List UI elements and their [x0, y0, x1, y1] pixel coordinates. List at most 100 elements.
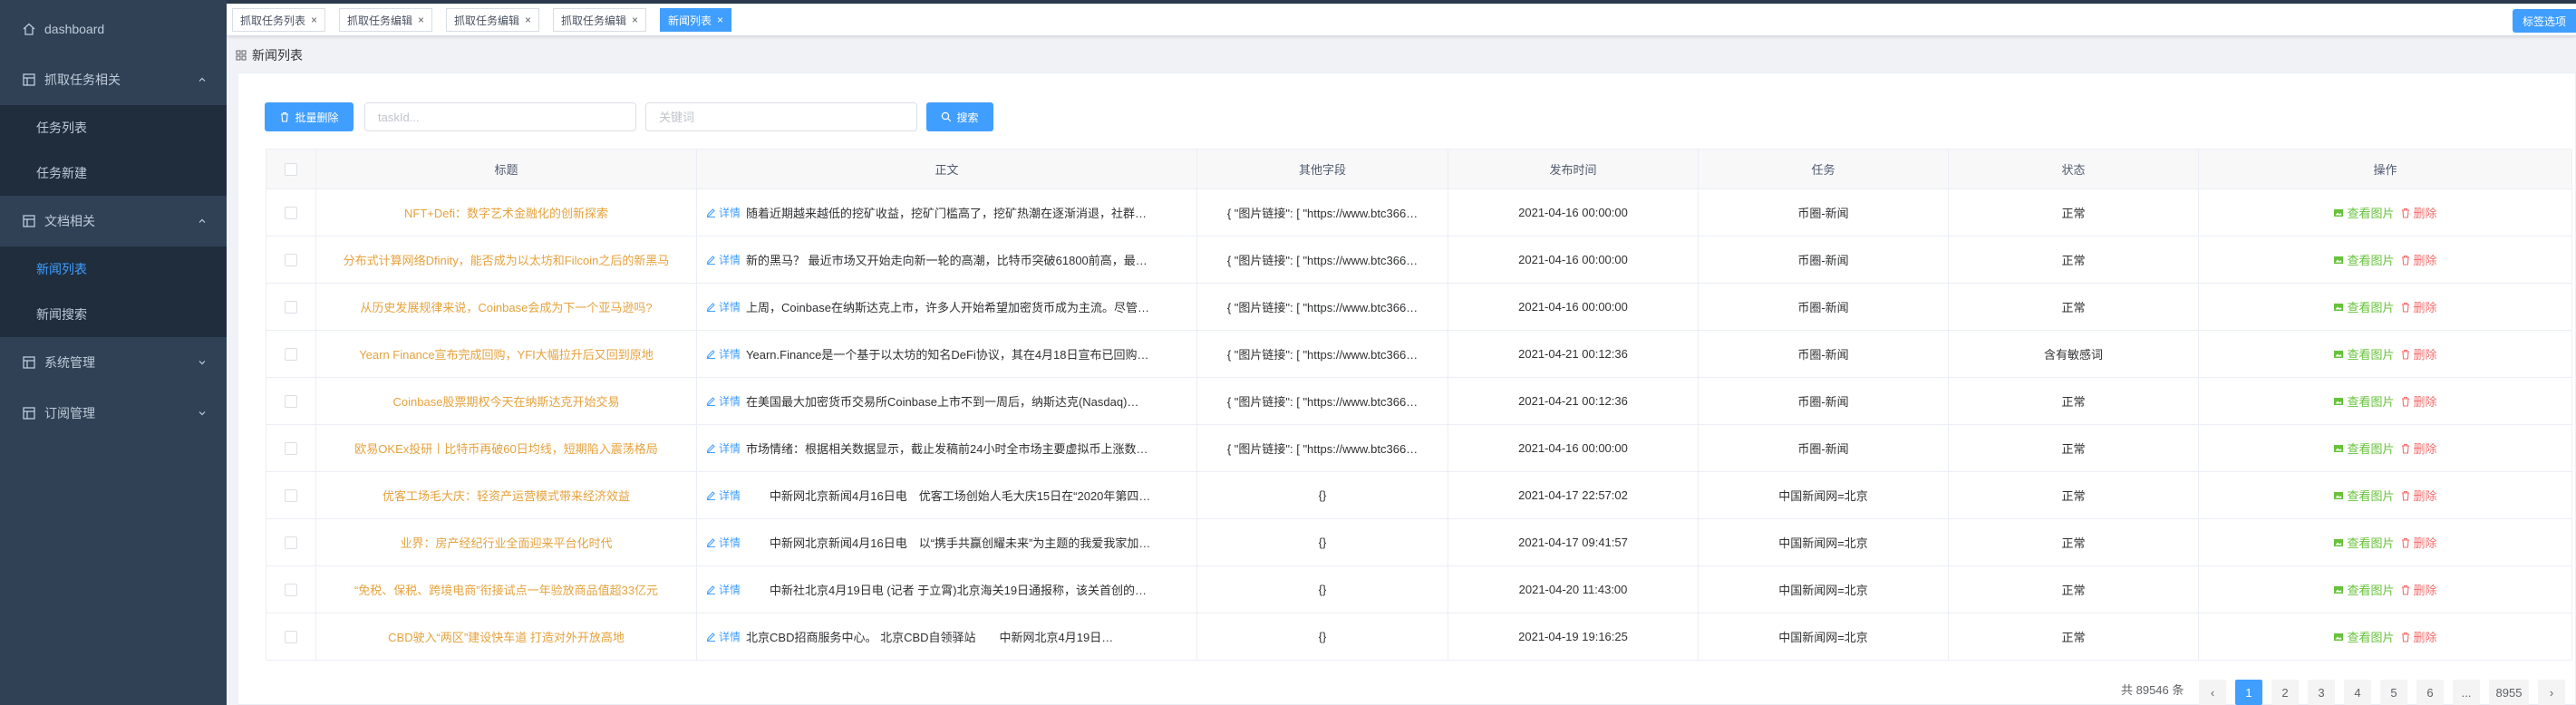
pagination-page[interactable]: 6	[2416, 680, 2444, 705]
chevron-up-icon	[199, 218, 206, 223]
tag-crawl-task-list[interactable]: 抓取任务列表 ×	[232, 8, 326, 32]
news-title-link[interactable]: CBD驶入“两区”建设快车道 打造对外开放高地	[388, 628, 625, 645]
close-icon[interactable]: ×	[418, 14, 424, 26]
row-checkbox[interactable]	[285, 253, 297, 266]
delete-button[interactable]: 删除	[2400, 581, 2437, 598]
pagination-ellipsis[interactable]: ...	[2453, 680, 2480, 705]
row-checkbox[interactable]	[285, 347, 297, 361]
pagination-prev-button[interactable]: ‹	[2199, 680, 2226, 705]
news-title-link[interactable]: NFT+Defi：数字艺术金融化的创新探索	[404, 204, 608, 221]
row-checkbox[interactable]	[285, 441, 297, 455]
close-icon[interactable]: ×	[632, 14, 638, 26]
sidebar-item-task-new[interactable]: 任务新建	[0, 150, 227, 196]
trash-icon	[2401, 443, 2409, 454]
view-image-button[interactable]: 查看图片	[2333, 439, 2395, 457]
detail-button[interactable]: 详情	[706, 488, 741, 503]
sidebar-item-crawl-tasks[interactable]: 抓取任务相关	[0, 54, 227, 105]
news-title-link[interactable]: Yearn Finance宣布完成回购，YFI大幅拉升后又回到原地	[359, 345, 654, 362]
delete-button[interactable]: 删除	[2400, 204, 2437, 221]
select-all-checkbox[interactable]	[285, 162, 297, 176]
sidebar-item-dashboard[interactable]: dashboard	[0, 4, 227, 54]
news-title-link[interactable]: 分布式计算网络Dfinity，能否成为以太坊和Filcoin之后的新黑马	[344, 251, 670, 268]
news-title-link[interactable]: Coinbase股票期权今天在纳斯达克开始交易	[393, 392, 620, 410]
delete-button[interactable]: 删除	[2400, 392, 2437, 410]
tags-menu-button[interactable]: 标签选项	[2513, 9, 2576, 33]
pagination-page[interactable]: 8955	[2489, 680, 2529, 705]
news-title-link[interactable]: 从历史发展规律来说，Coinbase会成为下一个亚马逊吗?	[360, 298, 652, 315]
pagination-page[interactable]: 5	[2380, 680, 2407, 705]
sidebar-item-news-search[interactable]: 新闻搜索	[0, 292, 227, 337]
tag-crawl-task-edit[interactable]: 抓取任务编辑 ×	[339, 8, 433, 32]
view-image-button[interactable]: 查看图片	[2333, 204, 2395, 221]
detail-button[interactable]: 详情	[706, 629, 741, 644]
delete-button[interactable]: 删除	[2400, 534, 2437, 551]
table-row: CBD驶入“两区”建设快车道 打造对外开放高地 详情 北京CBD招商服务中心。 北京…	[266, 613, 2572, 661]
news-title-link[interactable]: 业界：房产经纪行业全面迎来平台化时代	[400, 534, 612, 551]
row-checkbox[interactable]	[285, 206, 297, 219]
pagination-page[interactable]: 2	[2271, 680, 2299, 705]
detail-button[interactable]: 详情	[706, 299, 741, 314]
view-image-button[interactable]: 查看图片	[2333, 628, 2395, 645]
detail-button[interactable]: 详情	[706, 535, 741, 550]
batch-delete-label: 批量删除	[295, 111, 339, 124]
search-label: 搜索	[956, 111, 979, 124]
tag-crawl-task-edit[interactable]: 抓取任务编辑 ×	[553, 8, 647, 32]
body-cell: 详情 中新网北京新闻4月16日电 优客工场创始人毛大庆15日在“2020年第四…	[697, 472, 1197, 518]
close-icon[interactable]: ×	[311, 14, 317, 26]
detail-button[interactable]: 详情	[706, 346, 741, 362]
delete-button[interactable]: 删除	[2400, 251, 2437, 268]
news-title-link[interactable]: “免税、保税、跨境电商”衔接试点一年验放商品值超33亿元	[354, 581, 658, 598]
delete-button[interactable]: 删除	[2400, 628, 2437, 645]
row-checkbox[interactable]	[285, 583, 297, 596]
row-checkbox[interactable]	[285, 630, 297, 643]
row-checkbox[interactable]	[285, 300, 297, 314]
detail-button[interactable]: 详情	[706, 440, 741, 456]
row-checkbox[interactable]	[285, 394, 297, 408]
close-icon[interactable]: ×	[525, 14, 531, 26]
keyword-input[interactable]	[645, 102, 917, 131]
news-title-link[interactable]: 欧易OKEx投研丨比特币再破60日均线，短期陷入震荡格局	[354, 439, 657, 457]
detail-label: 详情	[719, 489, 741, 502]
detail-button[interactable]: 详情	[706, 582, 741, 597]
delete-button[interactable]: 删除	[2400, 439, 2437, 457]
taskid-input[interactable]	[364, 102, 636, 131]
other-text: {}	[1318, 488, 1327, 502]
tag-news-list[interactable]: 新闻列表 ×	[660, 8, 732, 32]
view-image-button[interactable]: 查看图片	[2333, 298, 2395, 315]
row-checkbox[interactable]	[285, 488, 297, 502]
grid-icon	[23, 356, 35, 369]
row-checkbox[interactable]	[285, 536, 297, 549]
pagination-page[interactable]: 1	[2235, 680, 2262, 705]
pagination-page[interactable]: 4	[2344, 680, 2371, 705]
view-image-button[interactable]: 查看图片	[2333, 534, 2395, 551]
view-image-button[interactable]: 查看图片	[2333, 251, 2395, 268]
detail-button[interactable]: 详情	[706, 205, 741, 220]
batch-delete-button[interactable]: 批量删除	[265, 102, 353, 131]
picture-icon	[2334, 585, 2344, 594]
view-image-button[interactable]: 查看图片	[2333, 345, 2395, 362]
delete-button[interactable]: 删除	[2400, 298, 2437, 315]
sidebar-item-system[interactable]: 系统管理	[0, 337, 227, 388]
row-select-cell	[266, 519, 316, 565]
detail-button[interactable]: 详情	[706, 393, 741, 409]
edit-icon	[706, 208, 715, 217]
search-button[interactable]: 搜索	[926, 102, 993, 131]
detail-button[interactable]: 详情	[706, 252, 741, 267]
sidebar-item-documents[interactable]: 文档相关	[0, 196, 227, 246]
view-image-button[interactable]: 查看图片	[2333, 581, 2395, 598]
tag-crawl-task-edit[interactable]: 抓取任务编辑 ×	[446, 8, 540, 32]
news-title-link[interactable]: 优客工场毛大庆：轻资产运营模式带来经济效益	[383, 487, 630, 504]
sidebar-item-task-list[interactable]: 任务列表	[0, 105, 227, 150]
close-icon[interactable]: ×	[717, 14, 723, 26]
view-image-button[interactable]: 查看图片	[2333, 392, 2395, 410]
grid-icon	[23, 215, 35, 227]
time-cell: 2021-04-16 00:00:00	[1448, 237, 1699, 283]
delete-button[interactable]: 删除	[2400, 487, 2437, 504]
sidebar-item-news-list[interactable]: 新闻列表	[0, 246, 227, 292]
sidebar-item-subscriptions[interactable]: 订阅管理	[0, 388, 227, 439]
pagination-page[interactable]: 3	[2308, 680, 2335, 705]
view-image-label: 查看图片	[2347, 584, 2395, 597]
delete-button[interactable]: 删除	[2400, 345, 2437, 362]
view-image-button[interactable]: 查看图片	[2333, 487, 2395, 504]
pagination-next-button[interactable]: ›	[2538, 680, 2565, 705]
